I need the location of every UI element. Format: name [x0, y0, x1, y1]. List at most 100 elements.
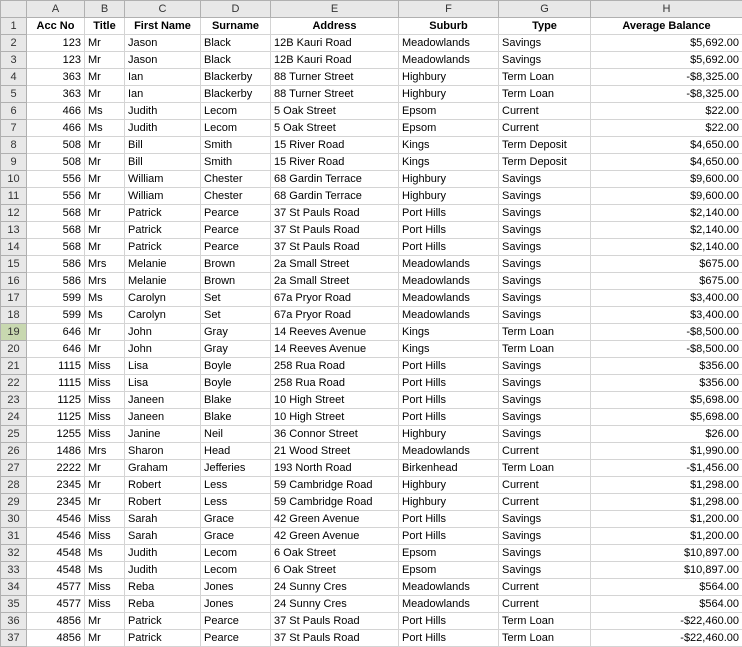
cell[interactable]: Pearce	[201, 239, 271, 256]
cell[interactable]: 6 Oak Street	[271, 545, 399, 562]
cell[interactable]: 2a Small Street	[271, 273, 399, 290]
header-cell[interactable]: Acc No	[27, 18, 85, 35]
cell[interactable]: Highbury	[399, 171, 499, 188]
cell[interactable]: 1115	[27, 358, 85, 375]
row-header[interactable]: 4	[1, 69, 27, 86]
row-header[interactable]: 3	[1, 52, 27, 69]
cell[interactable]: 4546	[27, 511, 85, 528]
row-header[interactable]: 5	[1, 86, 27, 103]
row-header[interactable]: 32	[1, 545, 27, 562]
cell[interactable]: $4,650.00	[591, 154, 742, 171]
row-header[interactable]: 1	[1, 18, 27, 35]
cell[interactable]: Savings	[499, 273, 591, 290]
cell[interactable]: Meadowlands	[399, 256, 499, 273]
cell[interactable]: $675.00	[591, 273, 742, 290]
cell[interactable]: Boyle	[201, 375, 271, 392]
cell[interactable]: Port Hills	[399, 528, 499, 545]
row-header[interactable]: 35	[1, 596, 27, 613]
cell[interactable]: Mr	[85, 137, 125, 154]
cell[interactable]: 508	[27, 137, 85, 154]
cell[interactable]: John	[125, 324, 201, 341]
row-header[interactable]: 19	[1, 324, 27, 341]
cell[interactable]: $2,140.00	[591, 239, 742, 256]
cell[interactable]: 42 Green Avenue	[271, 511, 399, 528]
cell[interactable]: Jason	[125, 52, 201, 69]
cell[interactable]: Patrick	[125, 222, 201, 239]
cell[interactable]: Mr	[85, 35, 125, 52]
cell[interactable]: $564.00	[591, 579, 742, 596]
row-header[interactable]: 29	[1, 494, 27, 511]
cell[interactable]: 1115	[27, 375, 85, 392]
row-header[interactable]: 22	[1, 375, 27, 392]
cell[interactable]: Savings	[499, 256, 591, 273]
cell[interactable]: Highbury	[399, 477, 499, 494]
cell[interactable]: Mrs	[85, 256, 125, 273]
row-header[interactable]: 25	[1, 426, 27, 443]
cell[interactable]: Term Loan	[499, 69, 591, 86]
cell[interactable]: Chester	[201, 171, 271, 188]
cell[interactable]: 123	[27, 52, 85, 69]
cell[interactable]: 4546	[27, 528, 85, 545]
cell[interactable]: $356.00	[591, 375, 742, 392]
cell[interactable]: 568	[27, 239, 85, 256]
cell[interactable]: Savings	[499, 290, 591, 307]
cell[interactable]: Lisa	[125, 375, 201, 392]
cell[interactable]: Chester	[201, 188, 271, 205]
cell[interactable]: Savings	[499, 171, 591, 188]
cell[interactable]: Bill	[125, 154, 201, 171]
cell[interactable]: Savings	[499, 426, 591, 443]
cell[interactable]: Blackerby	[201, 69, 271, 86]
cell[interactable]: Meadowlands	[399, 443, 499, 460]
header-cell[interactable]: Average Balance	[591, 18, 742, 35]
cell[interactable]: Savings	[499, 375, 591, 392]
cell[interactable]: Head	[201, 443, 271, 460]
cell[interactable]: 37 St Pauls Road	[271, 613, 399, 630]
cell[interactable]: Miss	[85, 596, 125, 613]
cell[interactable]: Ms	[85, 307, 125, 324]
cell[interactable]: Set	[201, 290, 271, 307]
cell[interactable]: Meadowlands	[399, 307, 499, 324]
cell[interactable]: Port Hills	[399, 375, 499, 392]
cell[interactable]: Jefferies	[201, 460, 271, 477]
cell[interactable]: $564.00	[591, 596, 742, 613]
cell[interactable]: John	[125, 341, 201, 358]
cell[interactable]: Lisa	[125, 358, 201, 375]
cell[interactable]: Savings	[499, 392, 591, 409]
row-header[interactable]: 31	[1, 528, 27, 545]
cell[interactable]: Patrick	[125, 613, 201, 630]
cell[interactable]: Pearce	[201, 205, 271, 222]
cell[interactable]: Judith	[125, 562, 201, 579]
cell[interactable]: Term Deposit	[499, 137, 591, 154]
cell[interactable]: Blackerby	[201, 86, 271, 103]
cell[interactable]: Port Hills	[399, 222, 499, 239]
cell[interactable]: Term Loan	[499, 86, 591, 103]
cell[interactable]: 599	[27, 290, 85, 307]
row-header[interactable]: 33	[1, 562, 27, 579]
cell[interactable]: Smith	[201, 137, 271, 154]
cell[interactable]: $4,650.00	[591, 137, 742, 154]
cell[interactable]: 363	[27, 86, 85, 103]
cell[interactable]: 88 Turner Street	[271, 86, 399, 103]
cell[interactable]: Graham	[125, 460, 201, 477]
header-cell[interactable]: Address	[271, 18, 399, 35]
cell[interactable]: -$8,325.00	[591, 69, 742, 86]
cell[interactable]: Black	[201, 52, 271, 69]
cell[interactable]: Current	[499, 579, 591, 596]
cell[interactable]: Term Loan	[499, 460, 591, 477]
cell[interactable]: Set	[201, 307, 271, 324]
cell[interactable]: Port Hills	[399, 511, 499, 528]
cell[interactable]: Jason	[125, 35, 201, 52]
cell[interactable]: Miss	[85, 358, 125, 375]
cell[interactable]: 1486	[27, 443, 85, 460]
cell[interactable]: 4577	[27, 579, 85, 596]
cell[interactable]: 59 Cambridge Road	[271, 477, 399, 494]
cell[interactable]: 466	[27, 103, 85, 120]
cell[interactable]: $356.00	[591, 358, 742, 375]
cell[interactable]: -$1,456.00	[591, 460, 742, 477]
header-cell[interactable]: Title	[85, 18, 125, 35]
cell[interactable]: Kings	[399, 341, 499, 358]
row-header[interactable]: 7	[1, 120, 27, 137]
cell[interactable]: Miss	[85, 511, 125, 528]
header-cell[interactable]: Type	[499, 18, 591, 35]
row-header[interactable]: 12	[1, 205, 27, 222]
